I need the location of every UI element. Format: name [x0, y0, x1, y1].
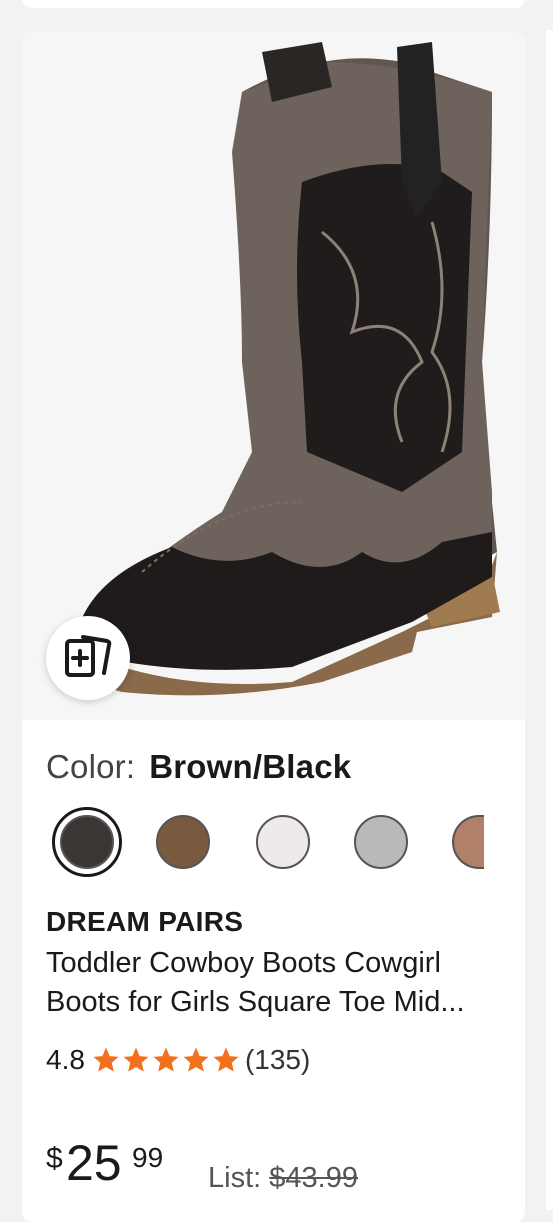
list-price-group: List: $43.99	[208, 1162, 358, 1195]
star-rating	[91, 1045, 241, 1075]
view-in-room-icon	[63, 633, 113, 684]
star-icon	[153, 1047, 179, 1072]
review-count: (135)	[244, 1044, 311, 1075]
rating-value: 4.8	[46, 1044, 85, 1075]
swatch-light-brown[interactable]	[452, 815, 484, 869]
next-card-edge[interactable]	[546, 30, 553, 1210]
star-icon	[213, 1047, 239, 1072]
rating-row[interactable]: 4.8 (135)	[46, 1042, 310, 1078]
product-image[interactable]	[22, 32, 525, 720]
product-card[interactable]: Color: Brown/Black DREAM PAIRS Toddler Co…	[22, 32, 525, 1222]
swatch-white[interactable]	[256, 815, 310, 869]
view-in-room-button[interactable]	[46, 616, 130, 700]
color-value: Brown/Black	[149, 748, 352, 785]
brand-name: DREAM PAIRS	[46, 906, 244, 937]
color-label: Color:	[46, 748, 136, 785]
list-price: $43.99	[269, 1162, 358, 1194]
swatch-brown-black[interactable]	[60, 815, 114, 869]
price-cents: 99	[132, 1142, 164, 1173]
star-icon	[183, 1047, 209, 1072]
star-icon	[123, 1047, 149, 1072]
product-title[interactable]: Toddler Cowboy Boots Cowgirl Boots for G…	[46, 944, 506, 1022]
star-icon	[93, 1047, 119, 1072]
price-currency: $	[46, 1142, 63, 1175]
list-label: List:	[208, 1162, 262, 1194]
previous-card	[22, 0, 525, 8]
color-selector-label: Color: Brown/Black	[46, 748, 351, 786]
swatch-silver[interactable]	[354, 815, 408, 869]
color-swatches	[52, 807, 522, 879]
price-dollars: 25	[66, 1135, 122, 1191]
swatch-tan-wood[interactable]	[156, 815, 210, 869]
